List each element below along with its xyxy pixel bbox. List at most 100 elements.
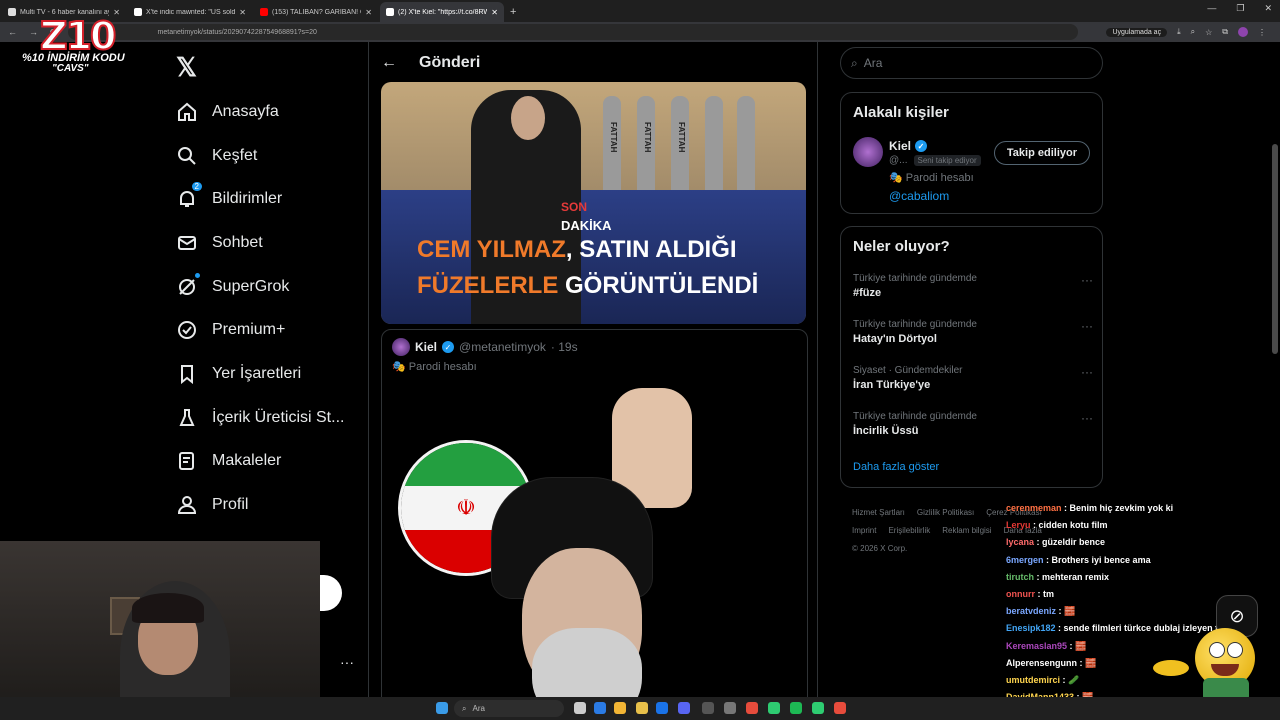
footer-link[interactable]: Reklam bilgisi [942,526,991,535]
post-button-partial[interactable] [320,575,342,611]
sidebar-item-notifications[interactable]: 2 Bildirimler [176,177,344,221]
spotify-icon[interactable] [790,702,802,714]
tab-close-icon[interactable]: ✕ [365,8,372,17]
taskbar-search[interactable]: ⌕ Ara [454,700,564,717]
author-handle[interactable]: @metanetimyok [459,340,546,354]
discord-icon[interactable] [678,702,690,714]
search-icon [176,145,198,167]
download-icon[interactable]: ⤓ [1177,27,1181,37]
trend-name: #füze [853,287,882,299]
back-icon[interactable]: ← [8,27,17,38]
chat-user: Keremaslan95 [1006,640,1068,651]
sidebar-item-home[interactable]: Anasayfa [176,90,344,134]
url-field[interactable]: metanetimyok/status/2029074228754968891?… [67,24,1078,40]
mask-icon: 🎭 [889,172,906,184]
avatar[interactable] [853,137,883,167]
app-icon[interactable] [724,702,736,714]
sidebar-item-explore[interactable]: Keşfet [176,134,344,178]
trend-item[interactable]: Türkiye tarihinde gündemde Hatay'ın Dört… [853,319,1093,345]
post-image[interactable]: FATTAH FATTAH FATTAH SON DAKİKA CEM YILM… [381,82,806,324]
quoted-tweet-image[interactable]: ☫ [382,388,807,720]
sidebar-item-creator-studio[interactable]: İçerik Üreticisi St... [176,396,344,440]
show-more-link[interactable]: Daha fazla göster [853,461,939,473]
sidebar-item-bookmarks[interactable]: Yer İşaretleri [176,352,344,396]
sidebar-item-profile[interactable]: Profil [176,483,344,527]
browser-tab[interactable]: (153) TALİBAN? GARİBAN! GUTS ✕ [254,2,378,22]
trend-item[interactable]: Siyaset · Gündemdekiler İran Türkiye'ye … [853,365,1093,391]
footer-link[interactable]: Gizlilik Politikası [917,508,974,517]
task-view-icon[interactable] [574,702,586,714]
sidebar-item-premium[interactable]: Premium+ [176,308,344,352]
home-icon [176,101,198,123]
search-input[interactable]: ⌕ Ara [840,47,1103,79]
close-window-icon[interactable]: ✕ [1264,3,1272,14]
cleric-face [511,96,545,140]
sidebar-item-articles[interactable]: Makaleler [176,440,344,484]
bookmark-star-icon[interactable]: ☆ [1205,28,1212,37]
extensions-icon[interactable]: ⧉ [1222,27,1228,37]
person-name[interactable]: Kiel [889,139,911,153]
parody-text: Parodi hesabı [408,361,477,373]
more-options-icon[interactable]: ··· [1081,319,1093,333]
tab-close-icon[interactable]: ✕ [239,8,246,17]
app-icon[interactable] [768,702,780,714]
minimize-icon[interactable]: — [1207,3,1216,14]
trend-name: İran Türkiye'ye [853,379,931,391]
trend-context: Türkiye tarihinde gündemde [853,273,977,284]
trend-item[interactable]: Türkiye tarihinde gündemde #füze ··· [853,273,1093,299]
x-logo-icon[interactable]: 𝕏 [176,52,197,83]
app-icon[interactable] [812,702,824,714]
sidebar-item-supergrok[interactable]: SuperGrok [176,265,344,309]
chrome-icon[interactable] [614,702,626,714]
sidebar-item-label: SuperGrok [212,277,290,295]
chat-text: cidden kotu film [1038,520,1108,531]
windows-start-icon[interactable] [436,702,448,714]
author-name[interactable]: Kiel [415,340,437,354]
post-time: · 19s [550,340,578,354]
headline-line1: CEM YILMAZ, SATIN ALDIĞI [417,236,737,264]
more-options-icon[interactable]: ··· [1081,411,1093,425]
back-arrow-icon[interactable]: ← [381,54,397,72]
tab-title: (153) TALİBAN? GARİBAN! GUTS [272,8,361,16]
footer-link[interactable]: Imprint [852,526,876,535]
profile-icon [176,494,198,516]
person-handle: @... [889,155,908,166]
tab-title: (2) X'te Kiel: "https://t.co/8RWI [398,8,488,16]
page-scrollbar[interactable] [1272,144,1278,354]
chat-user: cerenmeman [1006,503,1062,513]
sidebar-item-chat[interactable]: Sohbet [176,221,344,265]
avatar[interactable] [392,338,410,356]
chat-text: tm [1043,589,1054,600]
app-icon[interactable] [834,702,846,714]
bio-link[interactable]: @cabaliom [889,189,949,203]
more-options-icon[interactable]: ··· [1081,365,1093,379]
app-icon[interactable] [656,702,668,714]
open-in-app-button[interactable]: Uygulamada aç [1106,27,1168,37]
app-icon[interactable] [702,702,714,714]
menu-icon[interactable]: ⋮ [1258,28,1266,37]
following-button[interactable]: Takip ediliyor [993,141,1090,165]
sponsor-watermark: Z10 %10 İNDİRİM KODU "CAVS" [20,13,130,74]
youtube-favicon [260,8,268,16]
footer-link[interactable]: Erişilebilirlik [888,526,930,535]
headline-white: GÖRÜNTÜLENDİ [558,272,759,299]
maximize-icon[interactable]: ❐ [1236,3,1244,14]
profile-avatar[interactable] [1238,27,1248,37]
quoted-tweet[interactable]: Kiel ✓ @metanetimyok · 19s 🎭 Parodi hesa… [381,329,808,720]
trend-item[interactable]: Türkiye tarihinde gündemde İncirlik Üssü… [853,411,1093,437]
chat-user: Enesipk182 [1006,623,1056,634]
sidebar-item-label: Anasayfa [212,102,279,120]
browser-tab[interactable]: X'te indic mawnted: "US soldiers✕ [128,2,252,22]
headline-line2: FÜZELERLE GÖRÜNTÜLENDİ [417,272,758,300]
more-options-icon[interactable]: ··· [1081,273,1093,287]
new-tab-button[interactable]: + [510,2,516,22]
related-people-title: Alakalı kişiler [853,104,949,121]
app-icon[interactable] [746,702,758,714]
browser-tab-active[interactable]: (2) X'te Kiel: "https://t.co/8RWI ✕ [380,2,504,22]
edge-icon[interactable] [594,702,606,714]
more-options-icon[interactable]: ··· [340,654,354,670]
tab-close-icon[interactable]: ✕ [491,8,498,17]
zoom-icon[interactable]: ⌕ [1191,27,1195,37]
footer-link[interactable]: Hizmet Şartları [852,508,905,517]
file-explorer-icon[interactable] [636,702,648,714]
